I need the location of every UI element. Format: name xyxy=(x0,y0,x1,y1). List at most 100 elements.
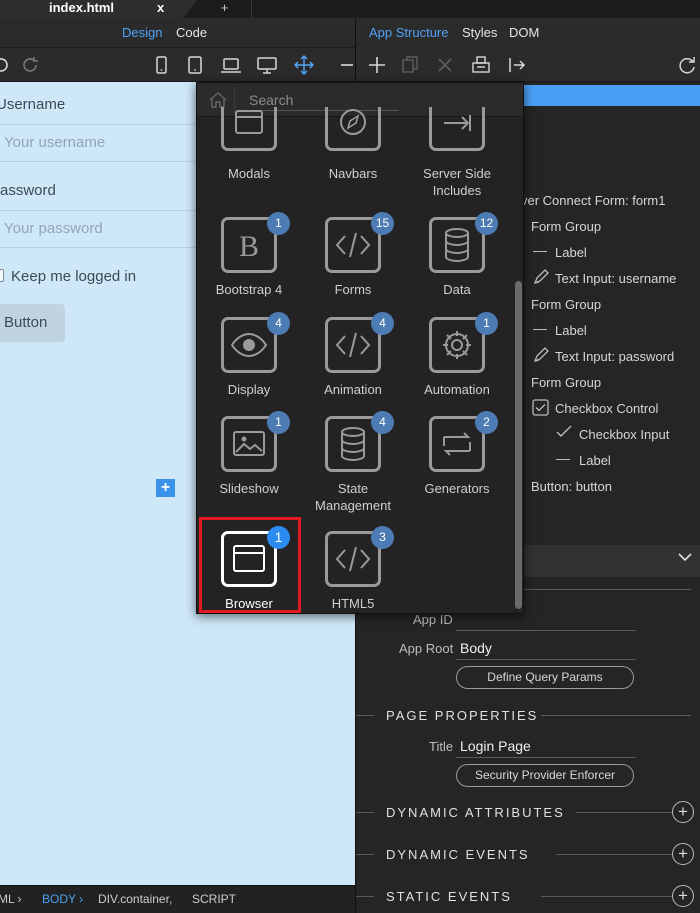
app-root-label: App Root xyxy=(399,641,454,656)
laptop-device-icon[interactable] xyxy=(220,54,242,76)
tile-label: State Management xyxy=(315,481,391,513)
tree-dash-icon xyxy=(533,329,547,330)
title-value[interactable]: Login Page xyxy=(460,738,531,754)
tab-index-html[interactable]: index.html x xyxy=(0,0,183,18)
arrow-right-icon xyxy=(429,107,485,151)
tile-navbars[interactable]: Navbars xyxy=(301,107,405,207)
structure-toolbar xyxy=(356,48,700,82)
tile-label: Modals xyxy=(228,166,270,181)
tab-app-structure[interactable]: App Structure xyxy=(369,25,449,40)
remember-checkbox[interactable] xyxy=(0,269,4,282)
tile-bootstrap-4[interactable]: B 1 Bootstrap 4 xyxy=(197,212,301,317)
tree-node-form-group[interactable]: Form Group xyxy=(531,375,601,390)
redo-icon[interactable] xyxy=(20,54,42,76)
tile-label: HTML5 xyxy=(331,596,375,611)
tree-node-label[interactable]: Label xyxy=(579,453,611,468)
window-icon xyxy=(221,107,277,151)
desktop-device-icon[interactable] xyxy=(256,54,278,76)
app-root-underline xyxy=(456,659,636,660)
tile-label: Data xyxy=(443,282,471,297)
define-query-params-button[interactable]: Define Query Params xyxy=(456,666,634,689)
tab-close-icon[interactable]: x xyxy=(157,0,164,16)
mobile-device-icon[interactable] xyxy=(150,54,172,76)
tree-node-form[interactable]: ver Connect Form: form1 xyxy=(521,193,666,208)
tile-server-side-includes[interactable]: Server Side Includes xyxy=(405,107,509,207)
add-static-event-plus-icon[interactable]: + xyxy=(672,885,694,907)
crumb-div-container[interactable]: DIV.container, xyxy=(98,892,172,906)
tile-forms[interactable]: 15 Forms xyxy=(301,212,405,317)
count-badge: 15 xyxy=(371,212,394,235)
wrap-icon[interactable] xyxy=(470,54,492,76)
tree-node-text-input-username[interactable]: Text Input: username xyxy=(555,271,676,286)
username-label: Username xyxy=(0,96,66,113)
tree-node-checkbox-control[interactable]: Checkbox Control xyxy=(555,401,658,416)
chevron-down-icon[interactable] xyxy=(677,551,693,563)
selected-tree-row[interactable] xyxy=(522,85,700,106)
app-root-value[interactable]: Body xyxy=(460,640,492,656)
tablet-device-icon[interactable] xyxy=(184,54,206,76)
pencil-icon xyxy=(532,346,550,364)
tile-data[interactable]: 12 Data xyxy=(405,212,509,317)
tile-label: Generators xyxy=(424,481,490,496)
tab-filename: index.html xyxy=(49,0,115,15)
tree-node-label[interactable]: Label xyxy=(555,323,587,338)
tile-html5[interactable]: 3 HTML5 xyxy=(301,526,405,613)
delete-icon[interactable] xyxy=(434,54,456,76)
tree-node-text-input-password[interactable]: Text Input: password xyxy=(555,349,674,364)
crumb-body[interactable]: BODY › xyxy=(42,892,83,906)
tree-dash-icon xyxy=(556,459,570,460)
picker-scrollbar[interactable] xyxy=(515,281,522,609)
divider-line xyxy=(356,715,374,716)
tile-modals[interactable]: Modals xyxy=(197,107,301,207)
component-picker-popup: Modals Navbars Server Side Includes B 1 … xyxy=(196,82,524,614)
tile-state-management[interactable]: 4 State Management xyxy=(301,411,405,516)
tree-node-button[interactable]: Button: button xyxy=(531,479,612,494)
tab-styles[interactable]: Styles xyxy=(462,25,497,40)
divider-line xyxy=(506,589,691,590)
checkbox-icon xyxy=(532,399,549,416)
count-badge: 4 xyxy=(267,312,290,335)
copy-icon[interactable] xyxy=(399,54,421,76)
pencil-icon xyxy=(532,268,550,286)
move-out-icon[interactable] xyxy=(506,54,528,76)
tile-slideshow[interactable]: 1 Slideshow xyxy=(197,411,301,516)
count-badge: 12 xyxy=(475,212,498,235)
undo-icon[interactable] xyxy=(0,54,11,76)
design-view-tab[interactable]: Design xyxy=(122,25,162,40)
add-icon[interactable] xyxy=(366,54,388,76)
tree-node-checkbox-input[interactable]: Checkbox Input xyxy=(579,427,669,442)
tree-node-label[interactable]: Label xyxy=(555,245,587,260)
divider-line xyxy=(541,715,691,716)
crumb-script[interactable]: SCRIPT xyxy=(192,892,236,906)
count-badge: 1 xyxy=(475,312,498,335)
move-arrows-icon[interactable] xyxy=(293,54,315,76)
tree-node-form-group[interactable]: Form Group xyxy=(531,219,601,234)
password-placeholder: Your password xyxy=(4,220,103,237)
count-badge: 4 xyxy=(371,312,394,335)
refresh-icon[interactable] xyxy=(676,54,698,76)
tile-animation[interactable]: 4 Animation xyxy=(301,312,405,417)
tile-label: Navbars xyxy=(328,166,378,181)
count-badge: 1 xyxy=(267,212,290,235)
svg-text:B: B xyxy=(239,230,259,263)
divider-line xyxy=(356,896,374,897)
app-id-field[interactable] xyxy=(456,630,636,631)
divider-line xyxy=(356,812,374,813)
security-provider-button[interactable]: Security Provider Enforcer xyxy=(456,764,634,787)
tile-display[interactable]: 4 Display xyxy=(197,312,301,417)
password-label: assword xyxy=(0,182,56,199)
device-toolbar xyxy=(0,48,355,82)
add-dynamic-event-plus-icon[interactable]: + xyxy=(672,843,694,865)
tile-generators[interactable]: 2 Generators xyxy=(405,411,509,516)
tab-dom[interactable]: DOM xyxy=(509,25,539,40)
canvas-submit-button[interactable]: Button xyxy=(0,304,65,342)
tree-node-form-group[interactable]: Form Group xyxy=(531,297,601,312)
code-view-tab[interactable]: Code xyxy=(176,25,207,40)
add-component-plus-icon[interactable]: + xyxy=(156,479,175,497)
new-tab-button[interactable]: + xyxy=(198,0,252,18)
tile-label: Display xyxy=(227,382,271,397)
add-dynamic-attribute-plus-icon[interactable]: + xyxy=(672,801,694,823)
tile-automation[interactable]: 1 Automation xyxy=(405,312,509,417)
tile-label: Bootstrap 4 xyxy=(215,282,283,297)
crumb-html[interactable]: ML › xyxy=(0,892,22,906)
